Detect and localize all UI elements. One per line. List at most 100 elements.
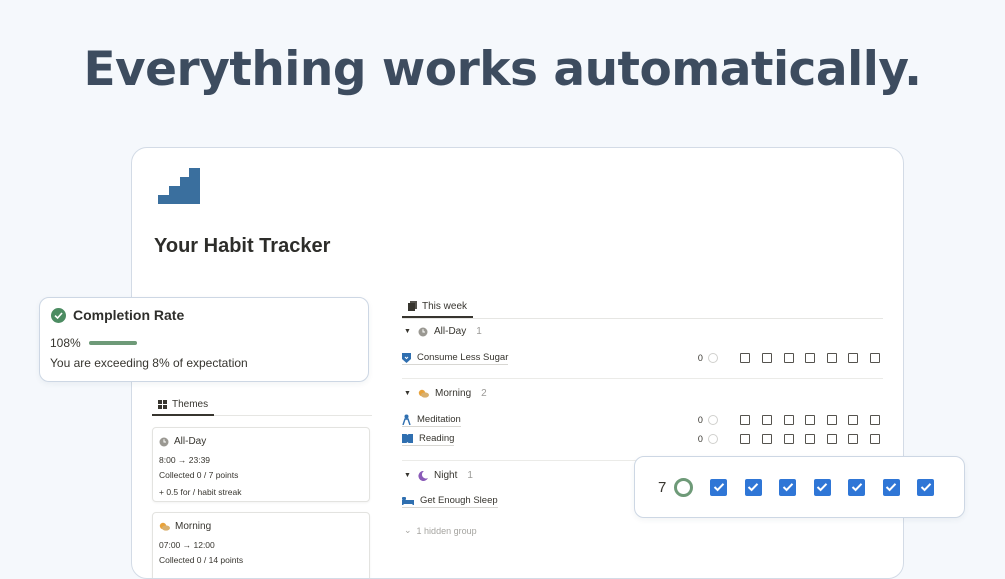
weekly-streak-card: 7 xyxy=(634,456,965,518)
checkmark-icon xyxy=(782,483,794,492)
day-checkbox[interactable] xyxy=(826,434,837,444)
group-header-morning[interactable]: ▼ Morning 2 xyxy=(404,388,487,399)
habit-count: 0 xyxy=(697,353,703,363)
theme-time: 8:00 → 23:39 xyxy=(159,455,211,465)
group-name: Morning xyxy=(435,388,472,399)
checkmark-icon xyxy=(920,483,932,492)
day-checkbox[interactable] xyxy=(740,415,751,425)
day-checkbox[interactable] xyxy=(783,353,794,363)
tab-themes[interactable]: Themes xyxy=(152,395,215,416)
tab-this-week[interactable]: This week xyxy=(402,296,474,318)
day-checkbox[interactable] xyxy=(762,415,773,425)
moon-icon xyxy=(418,470,428,481)
group-count: 2 xyxy=(481,388,487,399)
checked-day-checkbox[interactable] xyxy=(848,478,866,496)
tab-this-week-label: This week xyxy=(422,300,468,312)
habit-name: Consume Less Sugar xyxy=(417,352,509,363)
checkmark-icon xyxy=(886,483,897,492)
streak-count: 7 xyxy=(658,478,667,496)
day-checkbox[interactable] xyxy=(826,353,837,363)
sun-cloud-icon xyxy=(159,522,170,531)
group-name: Night xyxy=(434,470,458,481)
checked-day-checkbox[interactable] xyxy=(813,478,831,496)
day-checkbox[interactable] xyxy=(848,415,859,425)
day-checkbox[interactable] xyxy=(762,353,773,363)
habit-name: Get Enough Sleep xyxy=(420,495,498,506)
checkmark-icon xyxy=(817,483,828,492)
theme-card-morning[interactable]: Morning 07:00 → 12:00 Collected 0 / 14 p… xyxy=(152,512,370,578)
day-checkbox[interactable] xyxy=(848,434,859,444)
progress-ring xyxy=(707,434,718,444)
completion-title: Completion Rate xyxy=(73,307,185,323)
day-checkbox[interactable] xyxy=(805,434,816,444)
checkmark-icon xyxy=(748,483,759,492)
stairs-icon xyxy=(158,168,200,204)
caret-down-icon[interactable]: ▼ xyxy=(404,472,412,479)
habit-row-consume-less-sugar[interactable]: Consume Less Sugar 0 xyxy=(402,350,883,366)
day-checkbox[interactable] xyxy=(783,434,794,444)
checkmark-icon xyxy=(713,483,725,492)
hidden-group-toggle[interactable]: ⌄ 1 hidden group xyxy=(404,525,477,536)
group-name: All-Day xyxy=(434,326,467,337)
chevron-down-icon: ⌄ xyxy=(404,525,412,535)
completion-rate-card: Completion Rate 108% You are exceeding 8… xyxy=(39,297,369,382)
meditation-icon xyxy=(402,414,411,425)
theme-card-title: Morning xyxy=(175,521,212,532)
theme-card-all-day[interactable]: All-Day 8:00 → 23:39 Collected 0 / 7 poi… xyxy=(152,427,370,502)
day-checkbox[interactable] xyxy=(740,434,751,444)
day-checkbox[interactable] xyxy=(740,353,751,363)
day-checkbox[interactable] xyxy=(870,415,880,425)
page-title: Your Habit Tracker xyxy=(154,235,331,257)
hidden-group-label: 1 hidden group xyxy=(416,525,477,536)
habit-count: 0 xyxy=(697,415,703,425)
themes-tab-bar: Themes xyxy=(152,395,372,416)
document-stack-icon xyxy=(408,301,417,311)
theme-collected: Collected 0 / 14 points xyxy=(159,555,244,565)
day-checkboxes: 0 xyxy=(698,350,880,366)
checked-day-checkbox[interactable] xyxy=(917,478,935,496)
completion-progress-bar xyxy=(88,341,137,345)
progress-ring xyxy=(707,415,718,425)
day-checkboxes: 0 xyxy=(698,412,880,428)
progress-ring xyxy=(674,477,694,497)
sun-cloud-icon xyxy=(418,389,429,398)
clock-icon xyxy=(159,437,169,446)
clock-icon xyxy=(418,327,428,336)
headline: Everything works automatically. xyxy=(83,42,922,97)
habit-row-meditation[interactable]: Meditation 0 xyxy=(402,412,883,428)
day-checkbox[interactable] xyxy=(826,415,837,425)
completion-message: You are exceeding 8% of expectation xyxy=(50,356,248,370)
week-tab-bar: This week xyxy=(402,296,883,319)
theme-time: 07:00 → 12:00 xyxy=(159,540,215,550)
habit-name: Reading xyxy=(419,433,455,444)
tab-themes-label: Themes xyxy=(172,399,209,410)
group-header-night[interactable]: ▼ Night 1 xyxy=(404,470,473,481)
day-checkbox[interactable] xyxy=(805,415,816,425)
checked-day-checkbox[interactable] xyxy=(779,478,797,496)
checked-day-checkbox[interactable] xyxy=(882,478,900,496)
theme-bonus: + 0.5 for / habit streak xyxy=(159,487,242,497)
day-checkboxes: 0 xyxy=(698,431,880,447)
completion-progress-fill xyxy=(88,341,137,345)
gallery-icon xyxy=(158,400,167,409)
caret-down-icon[interactable]: ▼ xyxy=(404,328,412,335)
habit-row-reading[interactable]: Reading 0 xyxy=(402,431,883,447)
completion-percent: 108% xyxy=(50,336,81,350)
day-checkbox[interactable] xyxy=(805,353,816,363)
day-checkbox[interactable] xyxy=(783,415,794,425)
day-checkbox[interactable] xyxy=(870,353,880,363)
habit-name: Meditation xyxy=(417,414,461,425)
day-checkbox[interactable] xyxy=(762,434,773,444)
theme-card-title: All-Day xyxy=(174,436,207,447)
check-circle-icon xyxy=(51,307,66,323)
caret-down-icon[interactable]: ▼ xyxy=(404,390,412,397)
bed-icon xyxy=(402,496,414,505)
group-count: 1 xyxy=(467,470,473,481)
day-checkbox[interactable] xyxy=(848,353,859,363)
group-header-all-day[interactable]: ▼ All-Day 1 xyxy=(404,326,482,337)
day-checkbox[interactable] xyxy=(870,434,880,444)
checked-day-checkbox[interactable] xyxy=(710,478,728,496)
book-icon xyxy=(402,434,413,443)
checked-day-checkbox[interactable] xyxy=(744,478,762,496)
habit-count: 0 xyxy=(697,434,703,444)
